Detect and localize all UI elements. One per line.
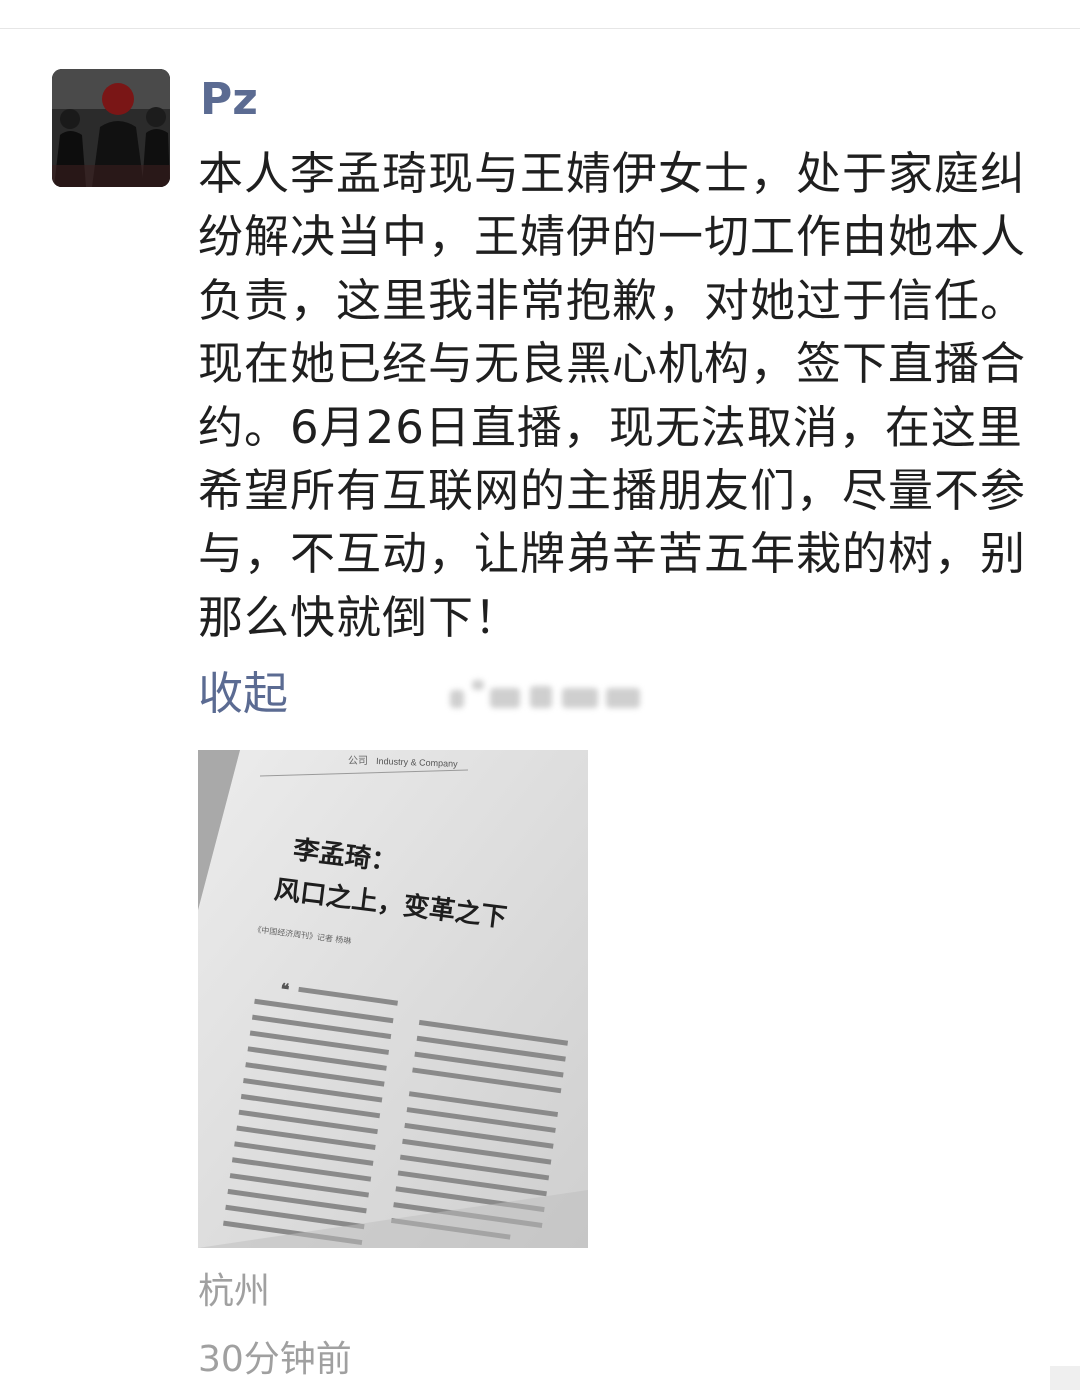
top-divider [0, 28, 1080, 29]
post-timestamp: 30分钟前 [198, 1339, 352, 1380]
post-location[interactable]: 杭州 [198, 1268, 270, 1316]
user-avatar-photo-icon [52, 69, 170, 187]
blurred-mention [450, 676, 650, 712]
post-photo[interactable]: 公司 Industry & Company 李孟琦： 风口之上，变革之下 《中国… [198, 750, 588, 1248]
photo-header-cn: 公司 [348, 756, 368, 767]
magazine-photo: 公司 Industry & Company 李孟琦： 风口之上，变革之下 《中国… [198, 750, 588, 1248]
post-text: 本人李孟琦现与王婧伊女士，处于家庭纠纷解决当中，王婧伊的一切工作由她本人负责，这… [198, 147, 1027, 644]
author-name[interactable]: Pz [200, 72, 258, 128]
avatar[interactable] [52, 69, 170, 187]
corner-artifact [1050, 1366, 1080, 1390]
collapse-button[interactable]: 收起 [198, 664, 288, 724]
